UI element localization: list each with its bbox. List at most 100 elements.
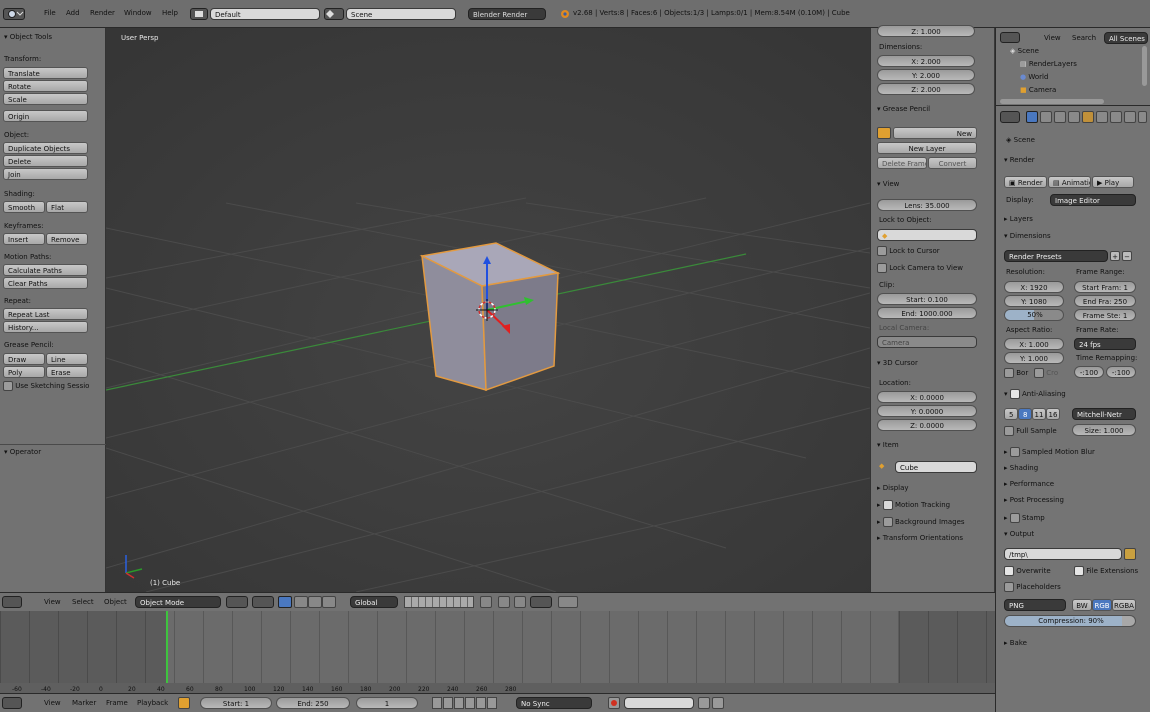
performance-panel-header[interactable]: ▸ Performance [1004,480,1054,488]
sampled-motion-blur-panel-header[interactable]: ▸ Sampled Motion Blur [1004,447,1095,457]
repeat-last-button[interactable]: Repeat Last [3,308,88,320]
motion-tracking-panel-header[interactable]: ▸ Motion Tracking [877,500,950,510]
aa-size-field[interactable]: Size: 1.000 [1072,424,1136,436]
select-menu[interactable]: Select [72,598,94,606]
rgba-button[interactable]: RGBA [1112,599,1136,611]
delete-button[interactable]: Delete [3,155,88,167]
render-opengl-icon[interactable] [558,596,578,608]
rotate-manipulator-icon[interactable] [308,596,322,608]
play-reverse-icon[interactable] [454,697,464,709]
resolution-percentage-slider[interactable]: 50% [1004,309,1064,321]
clip-start-field[interactable]: Start: 0.100 [877,293,977,305]
outliner-hscrollbar[interactable] [1000,99,1104,104]
remap-old-field[interactable]: -:100 [1074,366,1104,378]
erase-button[interactable]: Erase [46,366,88,378]
aa-5-button[interactable]: 5 [1004,408,1018,420]
shading-panel-header[interactable]: ▸ Shading [1004,464,1038,472]
constraints-tab-icon[interactable] [1096,111,1108,123]
sketching-session-option[interactable]: Use Sketching Sessio [3,381,89,391]
properties-editor-icon[interactable] [1000,111,1020,123]
stamp-checkbox[interactable] [1009,513,1020,523]
remap-new-field[interactable]: -:100 [1106,366,1136,378]
grease-pencil-new-button[interactable]: New [893,127,977,139]
delete-keyframe-icon[interactable] [712,697,724,709]
record-icon[interactable] [608,697,620,709]
clear-paths-button[interactable]: Clear Paths [3,277,88,289]
preset-add-icon[interactable]: + [1110,251,1120,261]
insert-keyframe-button[interactable]: Insert [3,233,45,245]
scene-field[interactable]: Scene [346,8,456,20]
aspect-x-field[interactable]: X: 1.000 [1004,338,1064,350]
lock-object-field[interactable]: ◆ [877,229,977,241]
orientation-select[interactable]: Global [350,596,398,608]
rotate-button[interactable]: Rotate [3,80,88,92]
lock-to-cursor-option[interactable]: Lock to Cursor [877,246,940,256]
preset-remove-icon[interactable]: − [1122,251,1132,261]
file-extensions-option[interactable]: File Extensions [1074,566,1138,576]
dimensions-panel-header[interactable]: ▾ Dimensions [1004,232,1051,240]
snap-target-icon[interactable] [530,596,552,608]
transform-orientations-panel-header[interactable]: ▸ Transform Orientations [877,534,963,542]
placeholders-checkbox[interactable] [1004,582,1014,592]
animation-button[interactable]: ▤ Animation [1048,176,1091,188]
compression-slider[interactable]: Compression: 90% [1004,615,1136,627]
layers-tab-icon[interactable] [1040,111,1052,123]
duplicate-objects-button[interactable]: Duplicate Objects [3,142,88,154]
outliner-renderlayers-item[interactable]: ▤ RenderLayers [1020,60,1077,68]
aa-filter-select[interactable]: Mitchell-Netr [1072,408,1136,420]
remove-keyframe-button[interactable]: Remove [46,233,88,245]
calculate-paths-button[interactable]: Calculate Paths [3,264,88,276]
keying-set-field[interactable] [624,697,694,709]
current-frame-line[interactable] [166,611,168,683]
background-images-checkbox[interactable] [882,517,893,527]
timeline-view-menu[interactable]: View [44,699,61,707]
draw-button[interactable]: Draw [3,353,45,365]
menu-help[interactable]: Help [162,9,178,17]
outliner-scrollbar[interactable] [1142,46,1147,86]
cursor-z-field[interactable]: Z: 0.0000 [877,419,977,431]
timeline-editor-icon[interactable] [2,697,22,709]
next-keyframe-icon[interactable] [476,697,486,709]
sync-mode-select[interactable]: No Sync [516,697,592,709]
post-processing-panel-header[interactable]: ▸ Post Processing [1004,496,1064,504]
overwrite-option[interactable]: Overwrite [1004,566,1051,576]
3d-viewport[interactable]: User Persp (1) Cube [106,28,870,592]
marker-menu[interactable]: Marker [72,699,96,707]
history-button[interactable]: History... [3,321,88,333]
resolution-x-field[interactable]: X: 1920 [1004,281,1064,293]
menu-window[interactable]: Window [124,9,152,17]
resolution-y-field[interactable]: Y: 1080 [1004,295,1064,307]
line-button[interactable]: Line [46,353,88,365]
background-images-panel-header[interactable]: ▸ Background Images [877,517,965,527]
render-panel-header[interactable]: ▾ Render [1004,156,1035,164]
new-layer-button[interactable]: New Layer [877,142,977,154]
sketching-checkbox[interactable] [3,381,13,391]
3d-cursor-panel-header[interactable]: ▾ 3D Cursor [877,359,918,367]
insert-keyframe-icon[interactable] [698,697,710,709]
grease-pencil-panel-header[interactable]: ▾ Grease Pencil [877,105,930,113]
end-frame-timeline-field[interactable]: End: 250 [276,697,350,709]
proportional-edit-icon[interactable] [498,596,510,608]
folder-icon[interactable] [1124,548,1136,560]
layout-field[interactable]: Default [210,8,320,20]
origin-button[interactable]: Origin [3,110,88,122]
frame-step-field[interactable]: Frame Ste: 1 [1074,309,1136,321]
play-button[interactable]: ▶ Play [1092,176,1134,188]
local-camera-field[interactable]: Camera [877,336,977,348]
outliner-world-item[interactable]: ● World [1020,73,1048,81]
render-presets-select[interactable]: Render Presets [1004,250,1108,262]
anti-aliasing-panel-header[interactable]: ▾ Anti-Aliasing [1004,389,1066,399]
clip-end-field[interactable]: End: 1000.000 [877,307,977,319]
display-panel-header[interactable]: ▸ Display [877,484,909,492]
mode-select[interactable]: Object Mode [135,596,221,608]
smooth-button[interactable]: Smooth [3,201,45,213]
menu-file[interactable]: File [44,9,56,17]
file-extensions-checkbox[interactable] [1074,566,1084,576]
convert-button[interactable]: Convert [928,157,977,169]
editor-type-icon[interactable] [3,8,25,20]
snap-icon[interactable] [514,596,526,608]
world-tab-icon[interactable] [1068,111,1080,123]
data-tab-icon[interactable] [1124,111,1136,123]
view-menu[interactable]: View [44,598,61,606]
full-sample-option[interactable]: Full Sample [1004,426,1057,436]
